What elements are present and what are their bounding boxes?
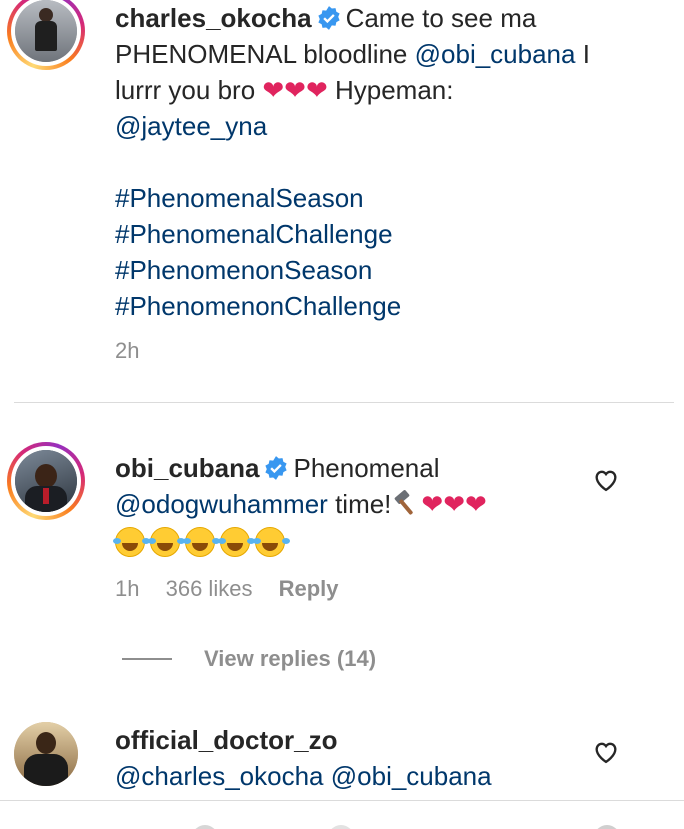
verified-badge-icon [265,456,288,480]
timestamp: 1h [115,576,140,601]
comment-obi-cubana: obi_cubana Phenomenal @odogwuhammer time!… [0,440,684,680]
red-heart-emoji: ❤❤❤ [262,75,328,105]
composer-emoji-hint [328,825,354,829]
comment-charles-okocha: charles_okocha Came to see ma PHENOMENAL … [0,0,684,400]
comment-body: obi_cubana Phenomenal @odogwuhammer time!… [113,450,585,561]
heart-outline-icon[interactable] [592,738,620,766]
composer-avatar [192,825,218,829]
hashtag-link[interactable]: #PhenomenonChallenge [115,291,401,321]
comment-text: Hypeman: [334,75,454,105]
mention-link[interactable]: @obi_cubana [331,761,492,791]
rolling-laughing-emoji [218,527,250,557]
rolling-laughing-emoji [183,527,215,557]
hashtag-link[interactable]: #PhenomenalSeason [115,183,364,213]
username[interactable]: obi_cubana [115,453,259,483]
likes-count[interactable]: 366 likes [166,576,253,601]
laughing-emoji-row [113,522,585,561]
comment-meta: 2h [115,338,139,364]
avatar[interactable] [14,722,78,786]
hammer-emoji [391,488,421,518]
view-replies-button[interactable]: View replies (14) [122,646,376,672]
reply-button[interactable]: Reply [279,576,339,601]
divider [14,402,674,403]
comment-composer-bar [0,800,684,829]
comment-body: charles_okocha Came to see ma PHENOMENAL … [115,0,655,324]
replies-divider-line [122,658,172,660]
red-heart-emoji: ❤❤❤ [421,489,487,519]
mention-link[interactable]: @odogwuhammer [115,489,328,519]
hashtag-link[interactable]: #PhenomenalChallenge [115,219,393,249]
comment-meta: 1h 366 likes Reply [115,576,339,602]
comment-body: official_doctor_zo @charles_okocha @obi_… [115,722,585,794]
comment-text: time! [335,489,392,519]
avatar [15,450,77,512]
avatar [15,0,77,62]
hashtag-link[interactable]: #PhenomenonSeason [115,255,372,285]
heart-outline-icon[interactable] [592,466,620,494]
view-replies-label: View replies (14) [204,646,377,671]
mention-link[interactable]: @jaytee_yna [115,111,267,141]
comment-text: Came to see ma [345,3,537,33]
comment-text: Phenomenal [293,453,440,483]
timestamp: 2h [115,338,140,363]
comment-text: I [582,39,590,69]
rolling-laughing-emoji [253,527,285,557]
username[interactable]: official_doctor_zo [115,725,337,755]
rolling-laughing-emoji [148,527,180,557]
comment-text: lurrr you bro [115,75,256,105]
avatar-story-ring[interactable] [7,0,85,70]
rolling-laughing-emoji [113,527,145,557]
verified-badge-icon [317,6,340,30]
username[interactable]: charles_okocha [115,3,312,33]
avatar-story-ring[interactable] [7,442,85,520]
composer-gif-hint [594,825,620,829]
comment-text: PHENOMENAL bloodline [115,39,408,69]
mention-link[interactable]: @charles_okocha [115,761,324,791]
mention-link[interactable]: @obi_cubana [415,39,576,69]
